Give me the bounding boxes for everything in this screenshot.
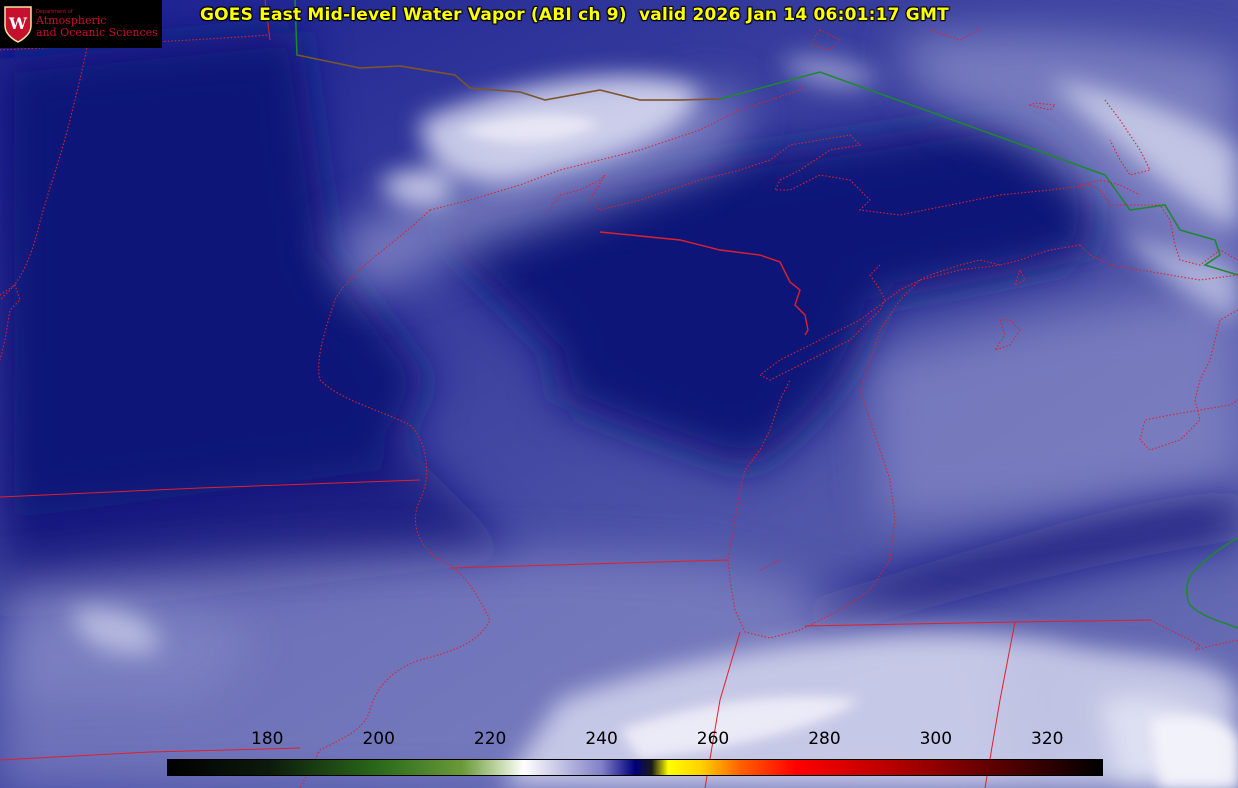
logo-atmospheric-line: Atmospheric	[36, 14, 107, 28]
satellite-map: W Department of Atmospheric and Oceanic …	[0, 0, 1238, 788]
colorbar-tick-240: 240	[585, 729, 618, 749]
image-title: GOES East Mid-level Water Vapor (ABI ch …	[200, 5, 949, 25]
colorbar-tick-260: 260	[696, 729, 730, 749]
svg-text:W: W	[8, 14, 28, 33]
logo-oceanic-line: and Oceanic Sciences	[36, 25, 158, 39]
water-vapor-imagery	[0, 0, 1238, 788]
aos-logo: W Department of Atmospheric and Oceanic …	[0, 0, 162, 48]
temperature-colorbar	[167, 759, 1103, 776]
colorbar-tick-300: 300	[919, 729, 953, 749]
colorbar-tick-200: 200	[362, 729, 395, 749]
colorbar-tick-220: 220	[473, 729, 507, 749]
colorbar-tick-280: 280	[808, 729, 841, 749]
colorbar-tick-180: 180	[251, 729, 284, 749]
colorbar-tick-320: 320	[1031, 729, 1064, 749]
uw-crest-icon: W	[4, 6, 32, 43]
